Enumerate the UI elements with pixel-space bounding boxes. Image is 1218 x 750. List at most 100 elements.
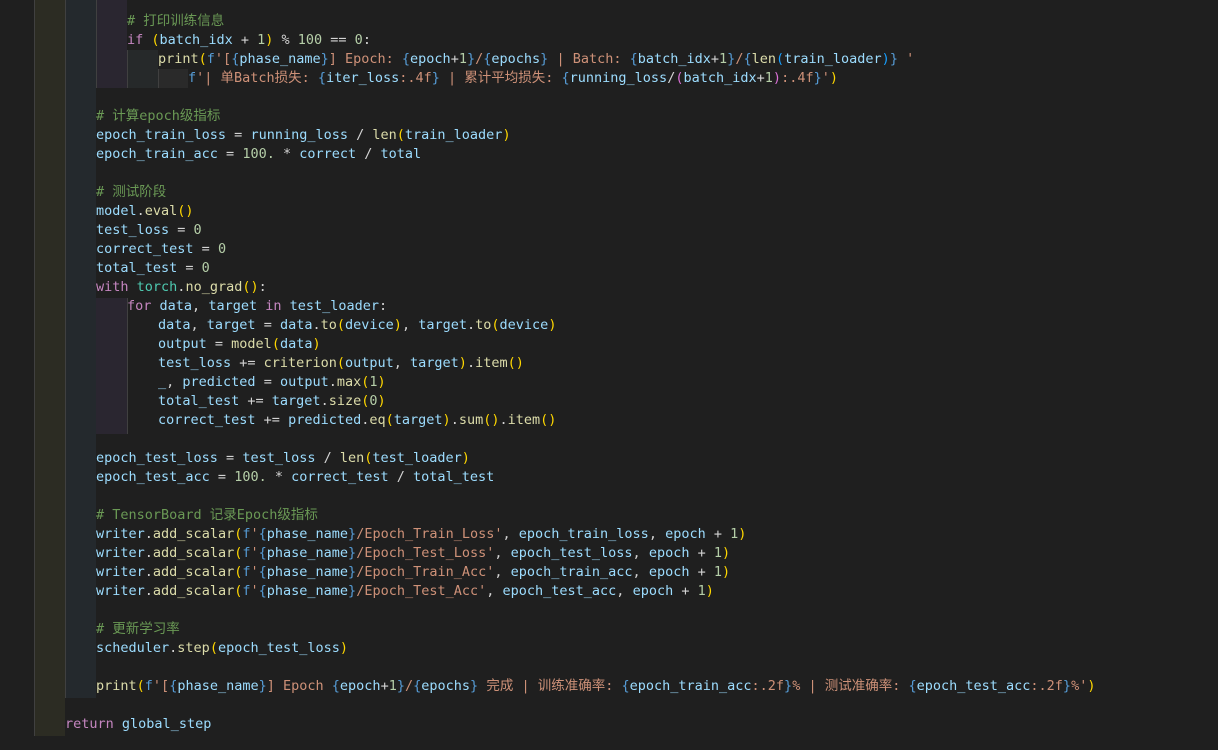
function-name: to xyxy=(475,317,492,333)
brace: } xyxy=(889,51,898,67)
function-name: to xyxy=(320,317,337,333)
bracket: ( xyxy=(385,412,394,428)
code-line-correct-test-accum[interactable]: correct_test += predicted.eq(target).sum… xyxy=(158,411,556,430)
function-name: len xyxy=(372,127,397,143)
code-line-if-batch-idx[interactable]: if (batch_idx + 1) % 100 == 0: xyxy=(127,31,371,50)
number: 100 xyxy=(297,32,323,48)
code-line-epoch-test-loss[interactable]: epoch_test_loss = test_loss / len(test_l… xyxy=(96,449,470,468)
indent-band-level-2 xyxy=(65,0,96,698)
comment: # 打印训练信息 xyxy=(127,13,225,29)
brace: { xyxy=(561,70,570,86)
code-line-epoch-train-acc[interactable]: epoch_train_acc = 100. * correct / total xyxy=(96,145,421,164)
comment: # TensorBoard 记录Epoch级指标 xyxy=(96,507,318,523)
string: /Epoch_Train_Acc' xyxy=(356,564,495,580)
code-line-print-epoch-done[interactable]: print(f'[{phase_name}] Epoch {epoch+1}/{… xyxy=(96,677,1095,696)
bracket: () xyxy=(242,279,259,295)
code-line-comment-epoch-metrics[interactable]: # 计算epoch级指标 xyxy=(96,107,220,126)
code-line-epoch-test-acc[interactable]: epoch_test_acc = 100. * correct_test / t… xyxy=(96,468,494,487)
brace: } xyxy=(784,678,793,694)
brace: { xyxy=(629,51,638,67)
code-line-comment-test-phase[interactable]: # 测试阶段 xyxy=(96,183,166,202)
module-name: torch xyxy=(136,279,178,295)
format-spec: :.2f xyxy=(751,678,785,694)
identifier: correct_test xyxy=(96,241,194,257)
code-line-scalar-train-loss[interactable]: writer.add_scalar(f'{phase_name}/Epoch_T… xyxy=(96,525,746,544)
code-line-total-test-init[interactable]: total_test = 0 xyxy=(96,259,210,278)
keyword-in: in xyxy=(265,298,282,314)
code-line-print-epoch-batch[interactable]: print(f'[{phase_name}] Epoch: {epoch+1}/… xyxy=(158,50,914,69)
bracket: ) xyxy=(738,526,747,542)
code-line-comment-update-lr[interactable]: # 更新学习率 xyxy=(96,620,180,639)
code-line-to-device[interactable]: data, target = data.to(device), target.t… xyxy=(158,316,556,335)
string: | 累计平均损失: xyxy=(439,70,562,86)
code-line-scalar-test-acc[interactable]: writer.add_scalar(f'{phase_name}/Epoch_T… xyxy=(96,582,714,601)
identifier: scheduler xyxy=(96,640,170,656)
brace: } xyxy=(320,51,329,67)
bracket: ) xyxy=(265,32,274,48)
code-line-scheduler-step[interactable]: scheduler.step(epoch_test_loss) xyxy=(96,639,348,658)
code-line-comment-print-train-info[interactable]: # 打印训练信息 xyxy=(127,12,224,31)
code-line-test-loss-init[interactable]: test_loss = 0 xyxy=(96,221,202,240)
code-editor[interactable]: # 打印训练信息 if (batch_idx + 1) % 100 == 0: … xyxy=(0,0,1218,750)
function-name: max xyxy=(336,374,362,390)
bracket: () xyxy=(507,355,524,371)
code-line-print-loss-cont[interactable]: f'| 单Batch损失: {iter_loss:.4f} | 累计平均损失: … xyxy=(188,69,838,88)
code-line-comment-tensorboard[interactable]: # TensorBoard 记录Epoch级指标 xyxy=(96,506,318,525)
bracket: ) xyxy=(705,583,714,599)
code-line-test-loss-accum[interactable]: test_loss += criterion(output, target).i… xyxy=(158,354,524,373)
identifier: device xyxy=(345,317,394,333)
function-name: no_grad xyxy=(185,279,243,295)
string: / xyxy=(404,678,414,694)
code-line-total-test-accum[interactable]: total_test += target.size(0) xyxy=(158,392,386,411)
identifier: epoch xyxy=(410,51,451,67)
format-spec: :.4f xyxy=(781,70,814,86)
identifier: device xyxy=(499,317,549,333)
identifier: phase_name xyxy=(239,51,321,67)
identifier: test_loader xyxy=(289,298,380,314)
bracket: ) xyxy=(721,564,731,580)
brace: } xyxy=(813,70,822,86)
code-line-model-eval[interactable]: model.eval() xyxy=(96,202,194,221)
string-prefix: f xyxy=(188,70,197,86)
indent-band-level-5 xyxy=(158,69,188,88)
identifier: target xyxy=(271,393,321,409)
identifier: batch_idx xyxy=(637,51,711,67)
bracket: ( xyxy=(136,678,145,694)
code-line-scalar-train-acc[interactable]: writer.add_scalar(f'{phase_name}/Epoch_T… xyxy=(96,563,730,582)
number: 0 xyxy=(201,260,210,276)
code-line-model-forward[interactable]: output = model(data) xyxy=(158,335,321,354)
string: ' xyxy=(250,564,259,580)
identifier: data xyxy=(279,317,313,333)
code-line-for-test-loader[interactable]: for data, target in test_loader: xyxy=(127,297,387,316)
string: ' xyxy=(897,51,915,67)
format-spec: :.2f xyxy=(1030,678,1063,694)
identifier: test_loss xyxy=(96,222,170,238)
string: ] Epoch xyxy=(266,678,332,694)
number: 0 xyxy=(369,393,378,409)
identifier: target xyxy=(418,317,467,333)
identifier: epoch_test_loss xyxy=(96,450,218,466)
keyword-with: with xyxy=(96,279,129,295)
code-line-with-no-grad[interactable]: with torch.no_grad(): xyxy=(96,278,267,297)
bracket: ) xyxy=(393,317,402,333)
bracket: ( xyxy=(491,317,500,333)
identifier: batch_idx xyxy=(159,32,233,48)
string: ] Epoch: xyxy=(328,51,402,67)
indent-guide xyxy=(158,69,159,88)
identifier: epoch xyxy=(632,583,674,599)
identifier: phase_name xyxy=(266,564,349,580)
indent-guide xyxy=(65,0,66,698)
identifier: epoch xyxy=(648,564,690,580)
code-line-scalar-test-loss[interactable]: writer.add_scalar(f'{phase_name}/Epoch_T… xyxy=(96,544,730,563)
keyword-return: return xyxy=(65,716,114,732)
bracket: ) xyxy=(881,51,890,67)
code-line-correct-test-init[interactable]: correct_test = 0 xyxy=(96,240,226,259)
code-line-epoch-train-loss[interactable]: epoch_train_loss = running_loss / len(tr… xyxy=(96,126,511,145)
code-line-predicted-max[interactable]: _, predicted = output.max(1) xyxy=(158,373,386,392)
identifier: test_loss xyxy=(158,355,232,371)
identifier: epoch_train_loss xyxy=(518,526,649,542)
string: /Epoch_Test_Loss' xyxy=(356,545,495,561)
brace: } xyxy=(348,545,357,561)
code-line-return-global-step[interactable]: return global_step xyxy=(65,715,211,734)
number: 1 xyxy=(697,583,706,599)
